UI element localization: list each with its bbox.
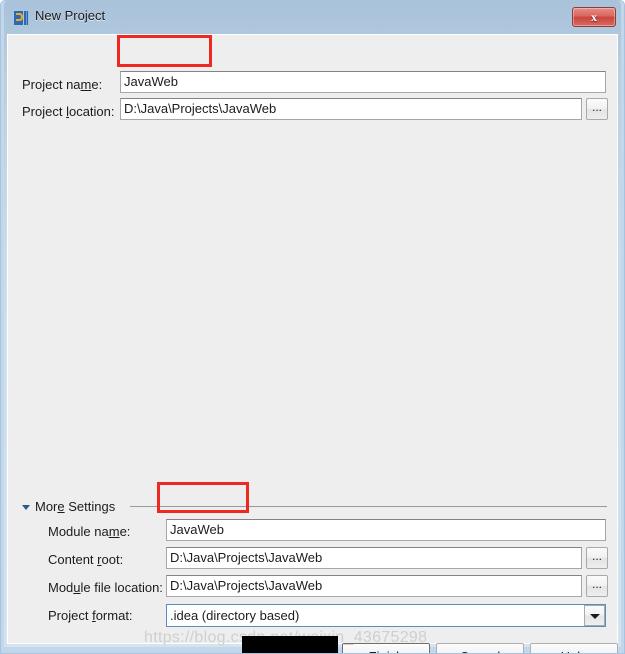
project-location-browse-button[interactable]: ... — [586, 98, 608, 120]
module-file-location-browse-button[interactable]: ... — [586, 575, 608, 597]
dialog-body: Project name: JavaWeb Project location: … — [7, 34, 618, 653]
triangle-down-icon — [22, 504, 30, 510]
help-button[interactable]: Help — [530, 643, 618, 653]
project-format-select[interactable]: .idea (directory based) — [166, 604, 606, 627]
cancel-button[interactable]: Cancel — [436, 643, 524, 653]
module-file-location-input[interactable]: D:\Java\Projects\JavaWeb — [166, 575, 582, 597]
close-icon: x — [591, 9, 597, 24]
more-settings-separator — [130, 506, 607, 507]
project-location-label: Project location: — [22, 104, 115, 119]
project-location-input[interactable]: D:\Java\Projects\JavaWeb — [120, 98, 582, 120]
more-settings-toggle[interactable]: More Settings — [22, 499, 115, 514]
module-file-location-label: Module file location: — [48, 580, 163, 595]
module-name-input[interactable]: JavaWeb — [166, 519, 606, 541]
content-root-browse-button[interactable]: ... — [586, 547, 608, 569]
more-settings-label: More Settings — [35, 499, 116, 514]
project-name-label: Project name: — [22, 77, 103, 92]
intellij-idea-icon — [14, 11, 29, 25]
close-button[interactable]: x — [572, 7, 616, 27]
module-name-label: Module name: — [48, 524, 131, 539]
project-name-input[interactable]: JavaWeb — [120, 71, 606, 93]
project-format-label: Project format: — [48, 608, 133, 623]
new-project-dialog-window: New Project x Project name: JavaWeb Proj… — [0, 0, 625, 654]
chevron-down-icon[interactable] — [584, 605, 605, 626]
ellipsis-icon: ... — [591, 548, 602, 563]
project-format-value: .idea (directory based) — [170, 608, 300, 623]
ellipsis-icon: ... — [591, 99, 602, 114]
title-bar: New Project x — [5, 2, 620, 34]
ellipsis-icon: ... — [591, 576, 602, 591]
window-title: New Project — [35, 8, 106, 23]
redaction-bar — [242, 636, 338, 653]
content-root-label: Content root: — [48, 552, 124, 567]
content-root-input[interactable]: D:\Java\Projects\JavaWeb — [166, 547, 582, 569]
